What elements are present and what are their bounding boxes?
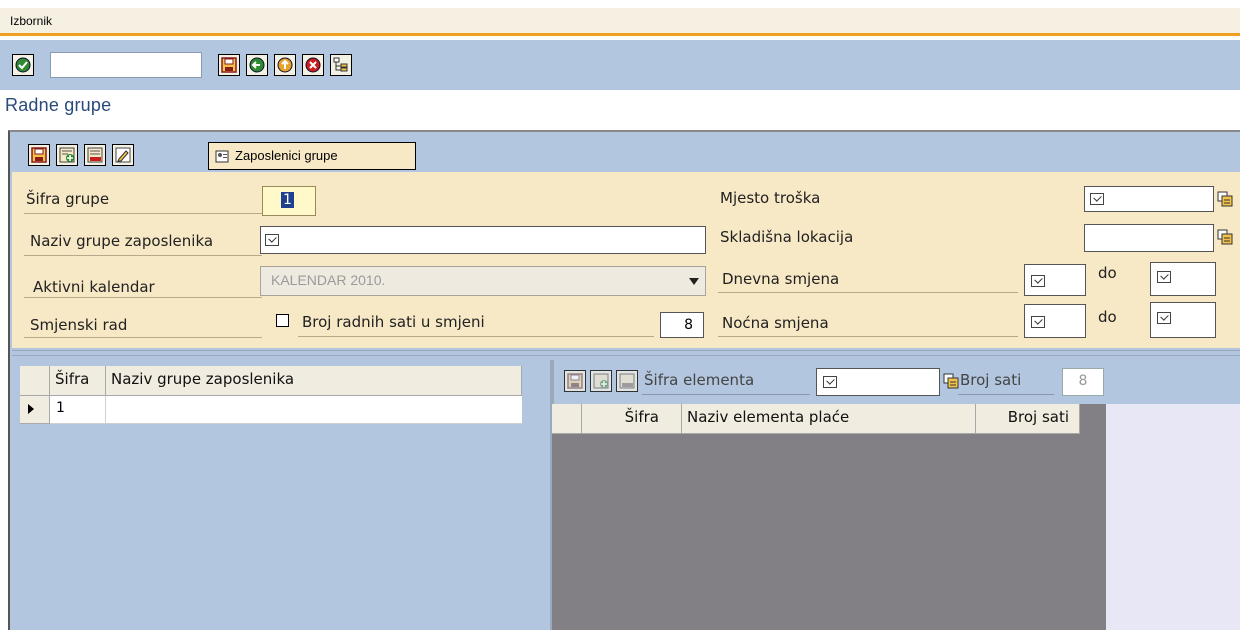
validation-check-icon [1157, 312, 1171, 324]
people-icon [215, 150, 229, 163]
nocna-od-input[interactable] [1024, 304, 1086, 338]
back-button[interactable] [246, 54, 268, 76]
skladisna-lokacija-label: Skladišna lokacija [720, 228, 854, 246]
delete-icon [87, 147, 103, 163]
mjesto-troska-label: Mjesto troška [720, 189, 821, 207]
delete-icon [619, 373, 635, 389]
add-icon [593, 373, 609, 389]
form-edit-button[interactable] [112, 144, 134, 166]
elements-header-sifra[interactable]: Šifra [582, 404, 682, 434]
save-icon [221, 57, 237, 73]
grid-corner [20, 366, 50, 396]
splitter[interactable] [12, 350, 1240, 356]
lookup-icon[interactable] [1217, 191, 1233, 207]
lookup-icon[interactable] [943, 373, 959, 389]
tree-button[interactable] [330, 54, 352, 76]
menu-izbornik[interactable]: Izbornik [10, 14, 52, 28]
table-row-naziv[interactable] [106, 396, 522, 424]
smjenski-rad-checkbox[interactable] [276, 314, 289, 327]
edit-icon [115, 147, 131, 163]
naziv-grupe-label: Naziv grupe zaposlenika [30, 232, 214, 250]
cancel-button[interactable] [302, 54, 324, 76]
skladisna-lokacija-input[interactable] [1084, 224, 1214, 252]
command-field[interactable] [50, 52, 202, 78]
smjenski-rad-label: Smjenski rad [30, 316, 128, 334]
elements-header-broj-sati[interactable]: Broj sati [976, 404, 1080, 434]
sifra-grupe-input[interactable]: 1 [262, 186, 316, 216]
dnevna-do-input[interactable] [1150, 262, 1216, 296]
back-icon [249, 57, 265, 73]
row-pointer-icon [28, 404, 34, 414]
validation-check-icon [265, 234, 279, 246]
sifra-elementa-input[interactable] [816, 368, 940, 396]
broj-sati-label: Broj sati [960, 371, 1022, 389]
broj-radnih-sati-label: Broj radnih sati u smjeni [302, 313, 485, 331]
form-toolbar: Zaposlenici grupe [10, 132, 1240, 172]
save-icon [567, 373, 583, 389]
employees-group-button[interactable]: Zaposlenici grupe [208, 142, 416, 170]
save-icon [31, 147, 47, 163]
employees-group-label: Zaposlenici grupe [235, 148, 338, 163]
main-toolbar [0, 40, 1240, 90]
table-row-sifra[interactable]: 1 [50, 396, 106, 424]
elements-save-button[interactable] [564, 370, 586, 392]
dnevna-od-input[interactable] [1024, 264, 1086, 296]
lookup-icon[interactable] [1217, 229, 1233, 245]
dnevna-do-label: do [1098, 264, 1117, 282]
row-selector[interactable] [20, 396, 50, 424]
elements-add-button[interactable] [590, 370, 612, 392]
sifra-grupe-label: Šifra grupe [26, 190, 110, 208]
check-icon [15, 57, 31, 73]
cancel-icon [305, 57, 321, 73]
form-delete-button[interactable] [84, 144, 106, 166]
nocna-do-label: do [1098, 308, 1117, 326]
save-button[interactable] [218, 54, 240, 76]
broj-radnih-sati-input[interactable]: 8 [660, 312, 704, 338]
groups-grid: Šifra Naziv grupe zaposlenika 1 [12, 360, 550, 630]
nocna-smjena-label: Noćna smjena [722, 314, 829, 332]
elements-grid-filler [1106, 404, 1240, 630]
sifra-elementa-label: Šifra elementa [644, 371, 755, 389]
form-save-button[interactable] [28, 144, 50, 166]
elements-grid-corner [552, 404, 582, 434]
page-title: Radne grupe [5, 95, 112, 115]
add-icon [59, 147, 75, 163]
form-add-button[interactable] [56, 144, 78, 166]
validation-check-icon [1031, 316, 1045, 328]
up-icon [277, 57, 293, 73]
naziv-grupe-input[interactable] [260, 226, 706, 254]
elements-grid-body[interactable] [552, 434, 1106, 630]
validation-check-icon [1031, 275, 1045, 287]
broj-sati-input[interactable]: 8 [1062, 368, 1104, 396]
grid-header-sifra[interactable]: Šifra [50, 366, 106, 396]
check-button[interactable] [12, 54, 34, 76]
validation-check-icon [1090, 193, 1104, 205]
menubar: Izbornik [0, 8, 1240, 36]
mjesto-troska-input[interactable] [1084, 186, 1214, 212]
tree-icon [333, 57, 348, 72]
group-form: Šifra grupe 1 Naziv grupe zaposlenika Ak… [12, 172, 1240, 348]
dnevna-smjena-label: Dnevna smjena [722, 270, 840, 288]
validation-check-icon [1157, 271, 1171, 283]
up-button[interactable] [274, 54, 296, 76]
elements-header-filler [1080, 404, 1106, 434]
dropdown-arrow-icon[interactable] [689, 278, 699, 285]
nocna-do-input[interactable] [1150, 302, 1216, 338]
validation-check-icon [823, 376, 837, 388]
aktivni-kalendar-select[interactable]: KALENDAR 2010. [260, 266, 706, 296]
elements-header-naziv[interactable]: Naziv elementa plaće [682, 404, 976, 434]
aktivni-kalendar-label: Aktivni kalendar [33, 278, 155, 296]
elements-delete-button[interactable] [616, 370, 638, 392]
grid-header-naziv[interactable]: Naziv grupe zaposlenika [106, 366, 522, 396]
